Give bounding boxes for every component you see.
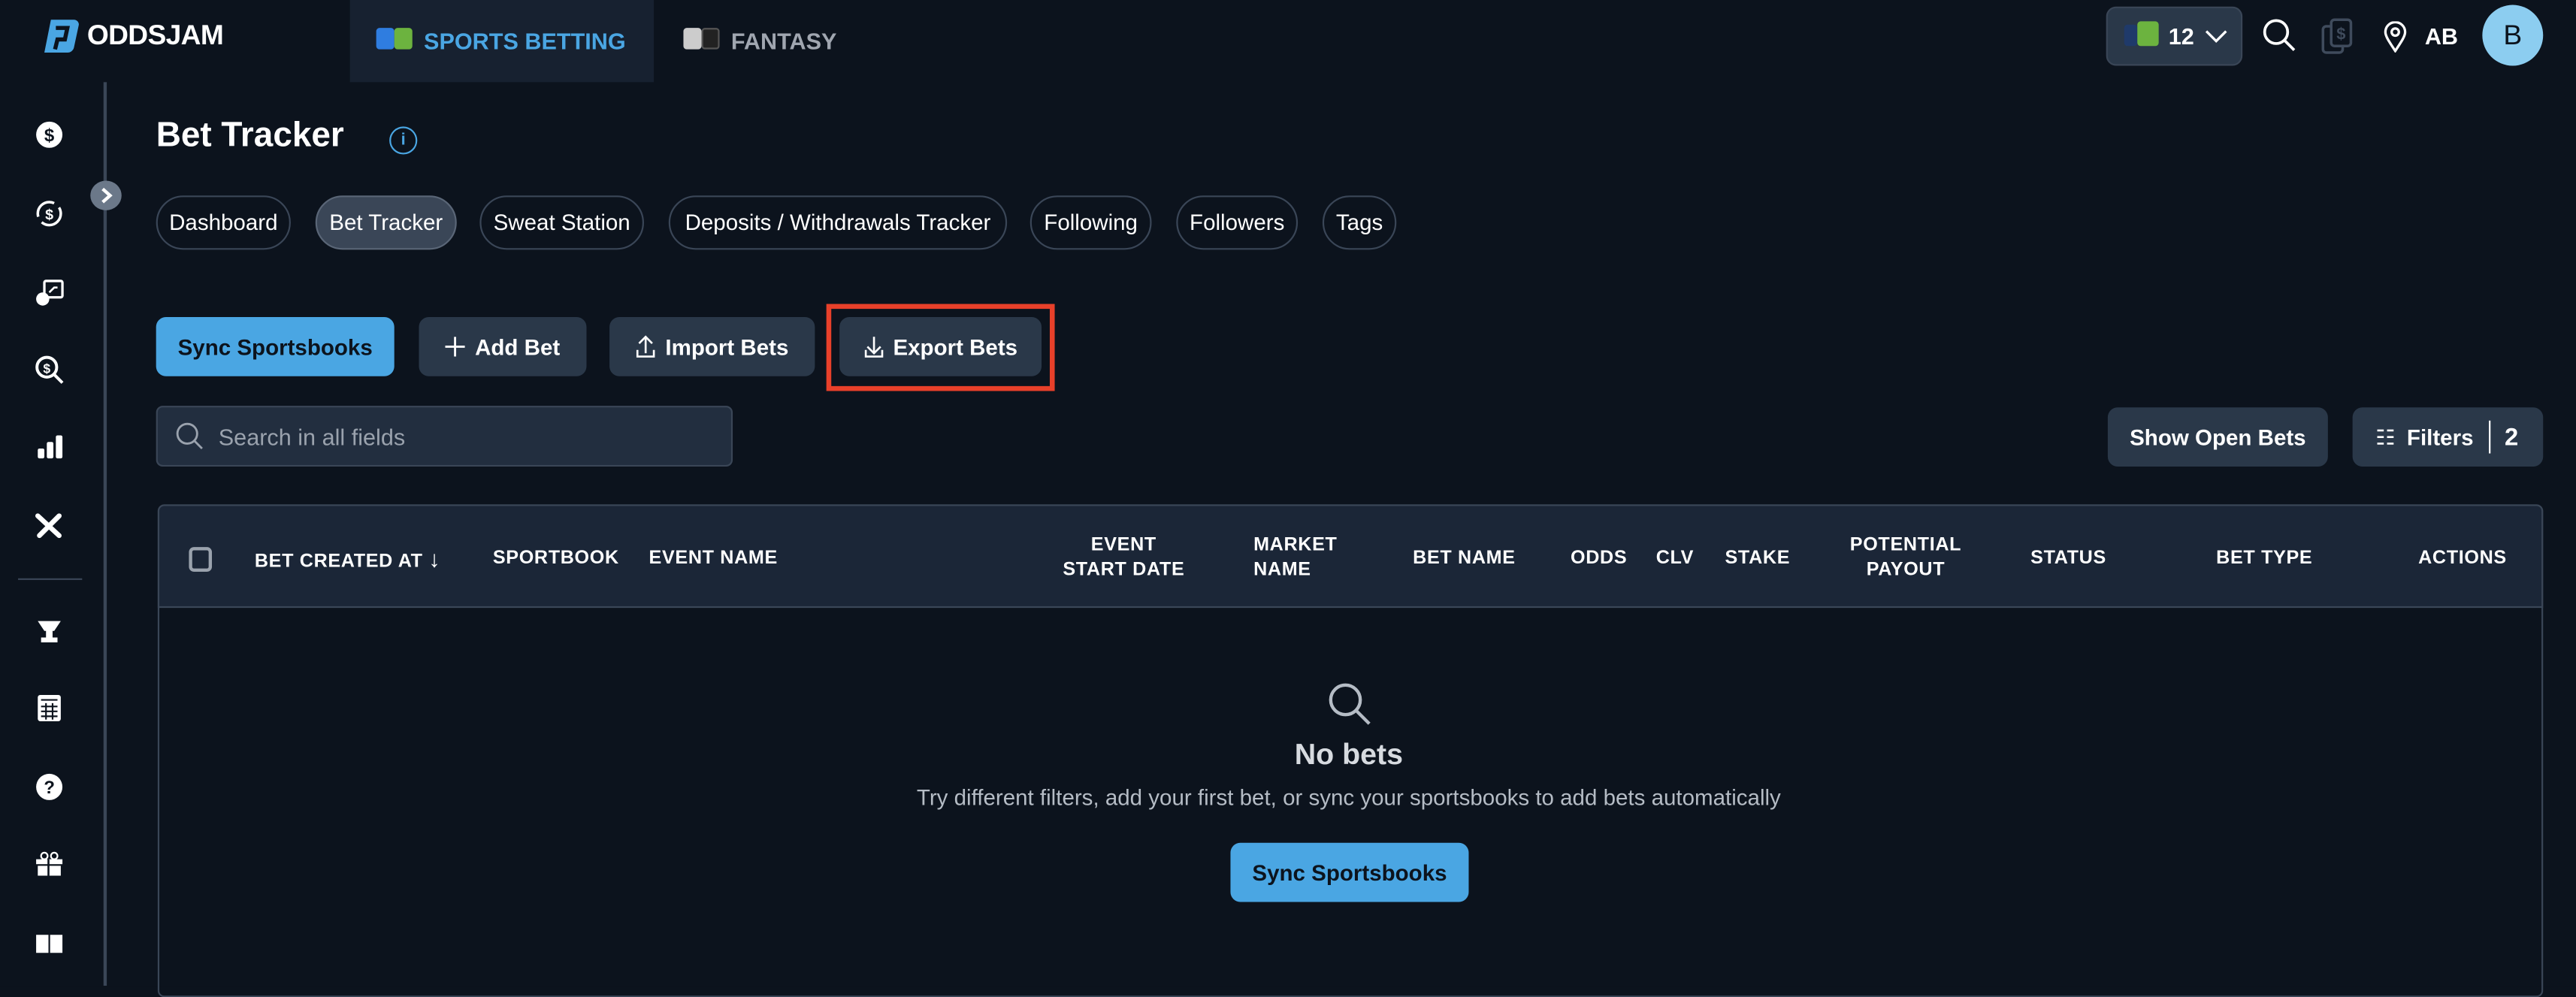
divider (2488, 420, 2490, 454)
chevron-right-icon (101, 187, 112, 204)
column-clv[interactable]: CLV (1656, 547, 1694, 572)
tools-icon[interactable] (35, 511, 64, 540)
empty-subtitle: Try different filters, add your first be… (916, 785, 1781, 811)
column-actions: ACTIONS (2418, 548, 2507, 569)
subtab-tags[interactable]: Tags (1322, 195, 1397, 250)
column-bet-name[interactable]: BET NAME (1413, 547, 1516, 572)
search-icon[interactable] (2262, 18, 2296, 53)
column-sportsbook[interactable]: SPORTBOOK (493, 547, 619, 572)
info-icon[interactable]: i (389, 126, 418, 155)
subtab-sweat-station[interactable]: Sweat Station (479, 195, 644, 250)
subtab-dashboard[interactable]: Dashboard (156, 195, 291, 250)
column-event-start-date[interactable]: EVENT START DATE (1042, 534, 1206, 584)
oddsjam-logo[interactable]: ODDSJAM (41, 18, 224, 54)
import-bets-button[interactable]: Import Bets (609, 317, 815, 376)
trophy-icon[interactable] (35, 616, 64, 645)
button-label: Filters (2406, 424, 2474, 450)
user-avatar[interactable]: B (2482, 5, 2544, 66)
button-label: Import Bets (665, 334, 789, 359)
filters-count: 2 (2505, 423, 2519, 452)
svg-text:$: $ (44, 125, 55, 146)
sort-down-icon: ↓ (428, 545, 441, 572)
bar-chart-icon[interactable] (35, 432, 64, 461)
calculator-icon[interactable] (35, 693, 64, 723)
column-market-name[interactable]: MARKET NAME (1253, 534, 1337, 584)
bankroll-icon[interactable]: $ (2321, 18, 2354, 56)
empty-title: No bets (1294, 737, 1404, 771)
plus-icon (445, 337, 465, 357)
sportsbook-selector[interactable]: 12 (2106, 6, 2243, 66)
subtab-followers[interactable]: Followers (1176, 195, 1299, 250)
dollar-refresh-icon[interactable]: $ (35, 199, 64, 228)
empty-sync-sportsbooks-button[interactable]: Sync Sportsbooks (1230, 842, 1469, 902)
column-status[interactable]: STATUS (2030, 547, 2106, 572)
gift-icon[interactable] (35, 850, 64, 879)
logo-icon (44, 20, 79, 53)
svg-text:$: $ (45, 207, 53, 223)
empty-search-icon (1329, 683, 1371, 725)
location-icon[interactable] (2384, 21, 2407, 53)
search-input[interactable]: Search in all fields (156, 406, 733, 467)
book-icon[interactable] (35, 928, 64, 957)
column-event-name[interactable]: EVENT NAME (649, 547, 778, 572)
select-all-checkbox[interactable] (189, 547, 213, 572)
sliders-icon (2377, 429, 2397, 445)
expand-sidebar-button[interactable] (90, 180, 122, 210)
tab-sports-betting[interactable]: SPORTS BETTING (349, 0, 655, 83)
search-icon (176, 422, 203, 449)
column-bet-type[interactable]: BET TYPE (2216, 547, 2312, 572)
sportsbook-count: 12 (2168, 23, 2194, 50)
button-label: Add Bet (475, 334, 561, 359)
sportsbook-logos-icon (2124, 21, 2159, 50)
brand-name: ODDSJAM (86, 20, 224, 51)
subtab-bet-tracker[interactable]: Bet Tracker (315, 195, 457, 250)
sidebar-divider (18, 578, 83, 580)
tab-label: SPORTS BETTING (424, 28, 626, 55)
column-odds[interactable]: ODDS (1571, 547, 1627, 572)
dollar-search-icon[interactable]: $ (35, 355, 64, 384)
tab-fantasy[interactable]: FANTASY (657, 0, 863, 82)
column-stake[interactable]: STAKE (1725, 547, 1791, 572)
highlight-box (826, 304, 1055, 391)
search-placeholder: Search in all fields (218, 423, 406, 450)
tab-label: FANTASY (730, 28, 837, 55)
region-code[interactable]: AB (2425, 23, 2458, 50)
svg-text:$: $ (2336, 24, 2345, 43)
sportsbook-logos-icon (376, 28, 413, 54)
dollar-chart-icon[interactable] (35, 278, 64, 307)
svg-text:$: $ (43, 361, 50, 376)
add-bet-button[interactable]: Add Bet (419, 317, 587, 376)
dollar-badge-icon[interactable]: $ (35, 120, 64, 150)
column-bet-created-at[interactable]: BET CREATED AT ↓ (255, 545, 441, 575)
filters-button[interactable]: Filters 2 (2352, 407, 2544, 467)
upload-icon (636, 335, 655, 358)
subtab-deposits-withdrawals[interactable]: Deposits / Withdrawals Tracker (668, 195, 1008, 250)
show-open-bets-button[interactable]: Show Open Bets (2107, 407, 2328, 467)
subtab-following[interactable]: Following (1029, 195, 1152, 250)
fantasy-logos-icon (683, 28, 720, 54)
column-potential-payout[interactable]: POTENTIAL PAYOUT (1824, 534, 1988, 584)
sync-sportsbooks-button[interactable]: Sync Sportsbooks (156, 317, 395, 376)
page-title: Bet Tracker (156, 116, 344, 155)
chevron-down-icon (2204, 29, 2227, 42)
